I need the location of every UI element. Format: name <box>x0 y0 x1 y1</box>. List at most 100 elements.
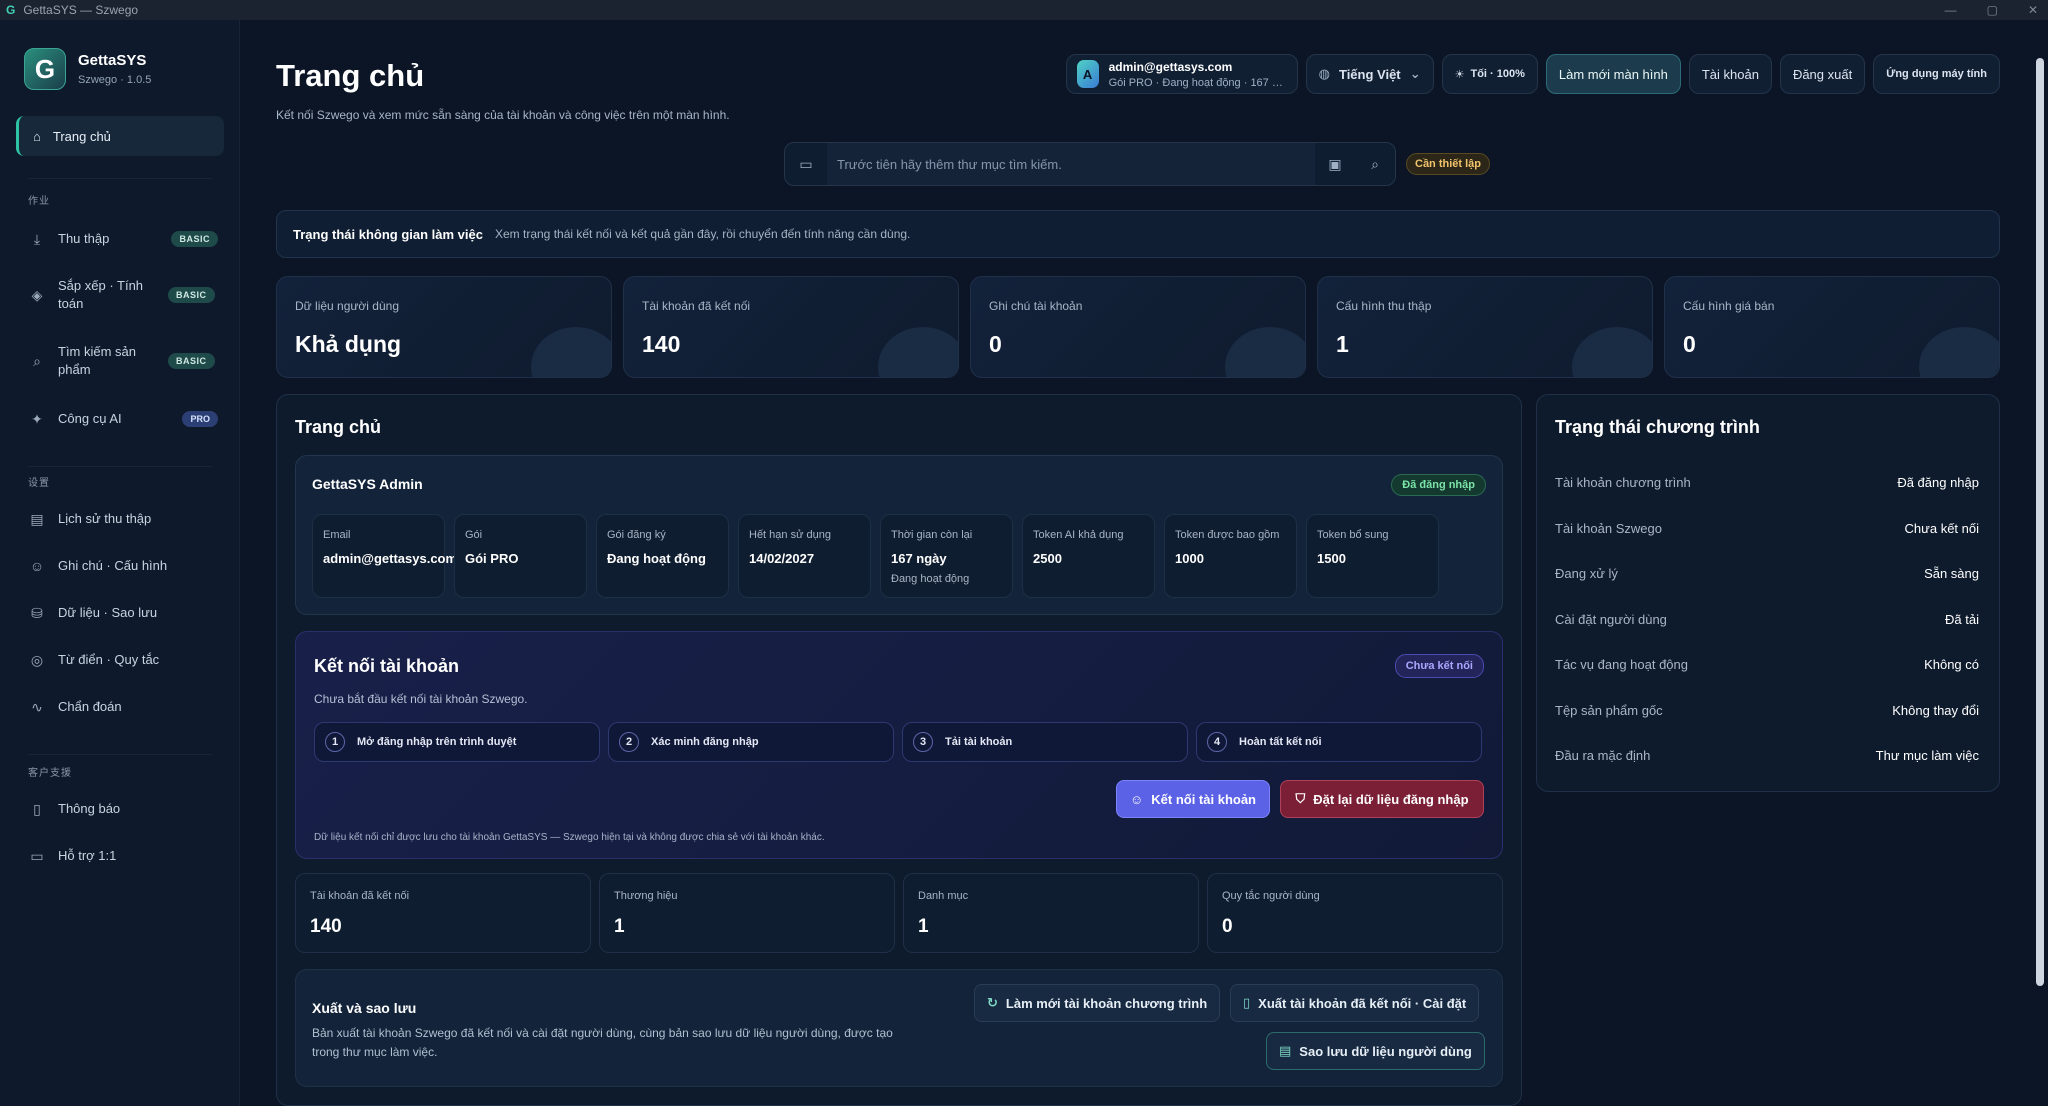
stat-card: Cấu hình thu thập 1 <box>1317 276 1653 378</box>
archive-icon: ▤ <box>1279 1043 1292 1058</box>
basic-badge: BASIC <box>168 353 215 369</box>
mini-stat-label: Quy tắc người dùng <box>1222 890 1320 902</box>
theme-toggle[interactable]: ☀ Tối · 100% <box>1441 54 1538 94</box>
sidebar-item-label: Công cụ AI <box>58 411 122 426</box>
pro-badge: PRO <box>182 411 218 427</box>
sidebar-item-diagnostics[interactable]: ∿ Chẩn đoán <box>28 698 218 716</box>
mini-stat-value: 0 <box>1222 916 1233 937</box>
stat-label: Ghi chú tài khoản <box>989 299 1083 313</box>
divider <box>28 754 212 755</box>
status-key: Tài khoản chương trình <box>1555 475 1691 490</box>
brand-logo-icon: G <box>24 48 66 90</box>
export-accounts-button[interactable]: ▯ Xuất tài khoản đã kết nối · Cài đặt <box>1230 984 1480 1022</box>
language-select[interactable]: ◍ Tiếng Việt ⌄ <box>1305 54 1434 94</box>
sidebar-item-label: Dữ liệu · Sao lưu <box>58 605 158 620</box>
sidebar-item-label: Trang chủ <box>52 128 111 144</box>
sidebar-item-label: Thông báo <box>58 801 121 816</box>
status-key: Tài khoản Szwego <box>1555 521 1662 536</box>
button-label: Kết nối tài khoản <box>1151 791 1256 807</box>
refresh-icon: ↻ <box>987 995 998 1010</box>
step-4: 4 Hoàn tất kết nối <box>1196 722 1482 762</box>
backup-user-data-button[interactable]: ▤ Sao lưu dữ liệu người dùng <box>1266 1032 1485 1070</box>
refresh-screen-button[interactable]: Làm mới màn hình <box>1545 54 1681 94</box>
button-label: Sao lưu dữ liệu người dùng <box>1299 1043 1472 1059</box>
maximize-button[interactable]: ▢ <box>1987 0 1998 20</box>
connect-account-button[interactable]: ☺ Kết nối tài khoản <box>1116 780 1270 818</box>
sidebar-item-sort[interactable]: ◈ Sắp xếp · Tính toán BASIC <box>28 277 218 313</box>
desktop-app-button[interactable]: Ứng dụng máy tính <box>1873 54 2000 94</box>
close-button[interactable]: ✕ <box>2028 0 2038 20</box>
status-key: Cài đặt người dùng <box>1555 612 1667 627</box>
info-value: admin@gettasys.com <box>323 551 458 566</box>
info-value: 2500 <box>1033 551 1062 566</box>
shield-icon: ⛉ <box>1295 791 1306 806</box>
sidebar-item-support[interactable]: ▭ Hỗ trợ 1:1 <box>28 847 218 865</box>
status-value: Đã tải <box>1945 612 1979 627</box>
stat-value: 0 <box>989 331 1002 357</box>
sidebar-item-home[interactable]: ⌂ Trang chủ <box>16 116 224 156</box>
setup-required-badge[interactable]: Cần thiết lập <box>1406 153 1491 175</box>
step-number: 4 <box>1207 732 1227 752</box>
stat-card: Dữ liệu người dùng Khả dụng <box>276 276 612 378</box>
main-content: Trang chủ Kết nối Szwego và xem mức sẵn … <box>240 20 2048 1106</box>
banner-description: Xem trạng thái kết nối và kết quả gần đâ… <box>495 227 911 241</box>
sidebar-item-ai-tools[interactable]: ✦ Công cụ AI PRO <box>28 410 218 428</box>
step-3: 3 Tải tài khoản <box>902 722 1188 762</box>
info-value: Đang hoạt động <box>607 551 706 566</box>
user-email: admin@gettasys.com <box>1108 59 1233 74</box>
info-sub: Đang hoạt động <box>891 573 970 585</box>
profile-name: GettaSYS Admin <box>312 476 423 492</box>
sidebar-item-notes-config[interactable]: ☺ Ghi chú · Cấu hình <box>28 557 218 575</box>
avatar: A <box>1076 60 1099 88</box>
stat-card: Ghi chú tài khoản 0 <box>970 276 1306 378</box>
search-icon[interactable]: ⌕ <box>1355 156 1395 173</box>
brand-name: GettaSYS <box>78 52 147 69</box>
step-number: 3 <box>913 732 933 752</box>
info-label: Gói đăng ký <box>607 529 666 541</box>
folder-icon[interactable]: ▭ <box>785 156 827 173</box>
decoration <box>1225 327 1305 377</box>
sidebar-item-data-backup[interactable]: ⛁ Dữ liệu · Sao lưu <box>28 604 218 622</box>
workspace-status-banner: Trạng thái không gian làm việc Xem trạng… <box>276 210 2000 258</box>
logout-button[interactable]: Đăng xuất <box>1779 54 1866 94</box>
info-label: Token được bao gồm <box>1175 529 1280 541</box>
decoration <box>1919 327 1999 377</box>
info-expiry: Hết hạn sử dụng 14/02/2027 <box>738 514 871 598</box>
sidebar-item-collect[interactable]: ⤓ Thu thập BASIC <box>28 230 218 248</box>
step-label: Mở đăng nhập trên trình duyệt <box>357 736 517 748</box>
download-icon: ⤓ <box>33 230 41 247</box>
account-button[interactable]: Tài khoản <box>1688 54 1772 94</box>
panel-title: Trang chủ <box>295 417 382 437</box>
info-label: Hết hạn sử dụng <box>749 529 831 541</box>
sidebar-item-product-search[interactable]: ⌕ Tìm kiếm sản phẩm BASIC <box>28 343 218 379</box>
layers-icon: ◈ <box>31 286 43 303</box>
nav-group-title: 作业 <box>28 196 50 207</box>
info-plan: Gói Gói PRO <box>454 514 587 598</box>
search-input[interactable] <box>827 143 1315 185</box>
sidebar-item-collect-history[interactable]: ▤ Lịch sử thu thập <box>28 510 218 528</box>
scrollbar-thumb[interactable] <box>2036 58 2044 986</box>
user-chip[interactable]: A admin@gettasys.com Gói PRO · Đang hoạt… <box>1065 54 1298 94</box>
mini-stat-value: 140 <box>310 916 342 937</box>
theme-value: Tối · 100% <box>1470 68 1525 80</box>
stat-value: 140 <box>642 331 681 357</box>
info-email: Email admin@gettasys.com <box>312 514 457 598</box>
info-extra-token: Token bổ sung 1500 <box>1306 514 1439 598</box>
refresh-program-account-button[interactable]: ↻ Làm mới tài khoản chương trình <box>974 984 1221 1022</box>
info-label: Token AI khả dụng <box>1033 529 1124 541</box>
reset-login-button[interactable]: ⛉ Đặt lại dữ liệu đăng nhập <box>1280 780 1484 818</box>
info-value: 167 ngày <box>891 551 947 566</box>
sidebar-item-label: Sắp xếp · Tính toán <box>58 278 144 311</box>
info-value: 14/02/2027 <box>749 551 815 566</box>
sidebar-item-label: Ghi chú · Cấu hình <box>58 558 168 573</box>
mini-stat-value: 1 <box>918 916 929 937</box>
sidebar-item-dictionary-rules[interactable]: ◎ Từ điển · Quy tắc <box>28 651 218 669</box>
sidebar-item-notifications[interactable]: ▯ Thông báo <box>28 800 218 818</box>
info-value: 1500 <box>1317 551 1346 566</box>
user-plan: Gói PRO · Đang hoạt động · 167 ngày <box>1108 76 1287 89</box>
stat-card: Tài khoản đã kết nối 140 <box>623 276 959 378</box>
image-search-icon[interactable]: ▣ <box>1315 156 1355 173</box>
scrollbar[interactable] <box>2032 20 2048 1106</box>
nav-group-title: 设置 <box>28 478 50 489</box>
minimize-button[interactable]: — <box>1945 0 1957 20</box>
